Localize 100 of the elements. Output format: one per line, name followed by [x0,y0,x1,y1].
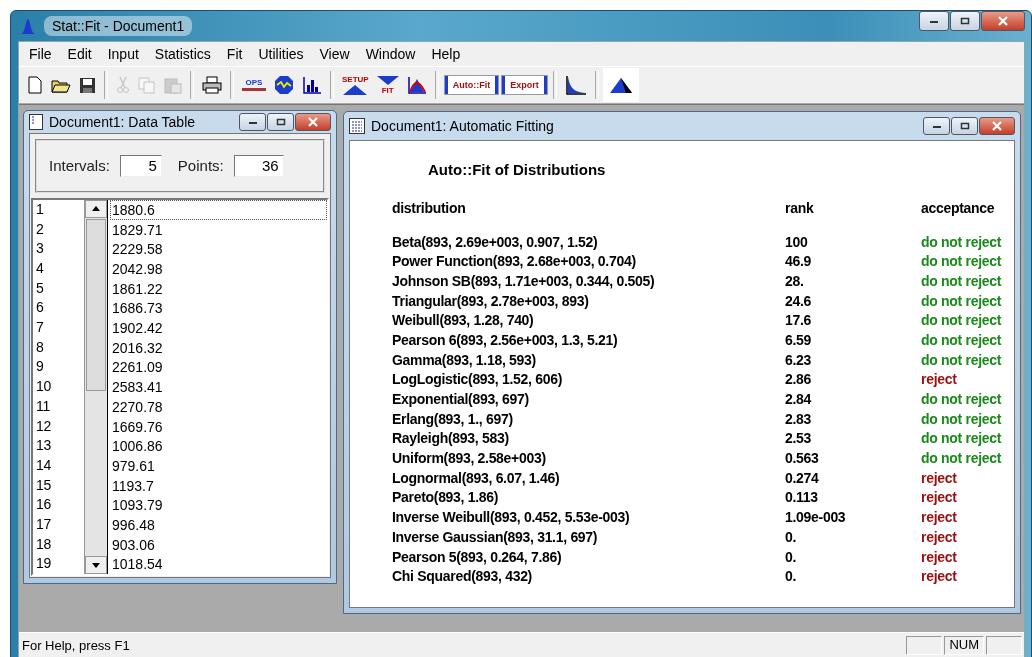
value-cell[interactable]: 979.61 [110,455,327,476]
grid-icon [349,118,365,134]
close-icon [997,16,1009,26]
rank-cell-text: 46.9 [785,253,813,270]
distribution-cell-text: Erlang(893, 1., 697) [392,410,514,427]
menu-item[interactable]: Help [423,44,469,64]
rank-cell-text: 2.86 [785,371,813,388]
window-title: Stat::Fit - Document1 [44,16,193,36]
menu-item[interactable]: View [311,44,358,64]
table-icon [29,113,43,130]
value-cell[interactable]: 1686.73 [110,298,327,319]
rank-cell-text: 6.59 [785,331,813,348]
column-header: acceptance [921,199,996,216]
value-cell[interactable]: 1018.54 [110,554,327,574]
toolbar-button[interactable]: Export [502,76,547,94]
rank-cell-text: 0.274 [785,469,820,486]
distribution-cell-text: Weibull(893, 1.28, 740) [392,312,535,329]
value-cell[interactable]: 1902.42 [110,318,327,338]
menu-item[interactable]: Fit [218,44,251,64]
maximize-icon [960,17,970,25]
acceptance-cell-text: do not reject [921,430,1003,447]
maximize-button[interactable] [950,11,980,31]
triangle-peak-icon[interactable] [602,68,639,102]
value-cell[interactable]: 2270.78 [110,396,327,417]
minimize-icon [931,123,942,129]
row-number: 16 [36,495,52,515]
value-cell[interactable]: 1669.76 [110,416,327,437]
toolbar-button[interactable]: Auto::Fit [444,76,499,94]
triangle-icon [376,75,399,85]
acceptance-cell-text: do not reject [921,292,1003,309]
acceptance-cell-text: reject [921,528,958,545]
distribution-cell-text: Pearson 5(893, 0.264, 7.86) [392,548,563,565]
status-text: For Help, press F1 [22,637,131,653]
points-field[interactable]: 36 [233,154,284,177]
rank-cell-text: 100 [785,233,809,250]
rank-cell-text: 24.6 [785,292,813,309]
value-cell[interactable]: 2583.41 [110,377,327,397]
value-cell[interactable]: 903.06 [110,534,327,555]
triangle-icon [343,85,368,95]
value-cell[interactable]: 996.48 [110,514,327,535]
acceptance-cell-text: do not reject [921,233,1003,250]
value-cell[interactable]: 1861.22 [110,278,327,299]
menu-item[interactable]: Edit [59,44,100,64]
value-cell[interactable]: 1193.7 [110,475,327,496]
value-cell[interactable]: 1880.6 [110,199,327,220]
menu-item[interactable]: Input [99,44,147,64]
row-number: 3 [36,239,45,259]
column-header: distribution [392,199,467,216]
distribution-cell-text: Pareto(893, 1.86) [392,489,500,506]
rank-cell-text: 2.84 [785,391,813,408]
menu-item[interactable]: Utilities [250,44,312,64]
field-label: Points: [177,157,224,175]
intervals-field[interactable]: 5 [119,154,162,177]
value-cell[interactable]: 1093.79 [110,495,327,515]
distribution-cell-text: Exponential(893, 697) [392,391,530,408]
window-title: Document1: Data Table [49,113,196,130]
value-cell[interactable]: 2261.09 [110,357,327,378]
window-title: Document1: Automatic Fitting [371,118,554,134]
acceptance-cell-text: do not reject [921,410,1003,427]
distribution-cell-text: Inverse Gaussian(893, 31.1, 697) [392,528,599,545]
value-cell[interactable]: 2229.58 [110,239,327,259]
value-cell[interactable]: 1829.71 [110,219,327,240]
acceptance-cell-text: do not reject [921,272,1003,289]
close-button[interactable] [981,11,1025,31]
close-button[interactable] [979,117,1015,135]
row-number: 18 [36,534,52,554]
distribution-cell-text: Johnson SB(893, 1.71e+003, 0.344, 0.505) [392,272,656,289]
acceptance-cell-text: reject [921,509,958,526]
close-icon [307,116,319,127]
status-panel [906,635,943,655]
maximize-button[interactable] [267,112,294,131]
row-number: 10 [36,377,52,397]
minimize-button[interactable] [239,112,266,131]
menu-item[interactable]: Window [357,44,424,64]
value-cell[interactable]: 1006.86 [110,436,327,456]
row-number: 17 [36,514,52,534]
maximize-icon [959,122,970,130]
rank-cell-text: 0. [785,528,798,545]
rank-cell-text: 28. [785,272,805,289]
minimize-button[interactable] [923,117,950,135]
close-button[interactable] [295,112,331,131]
setup-tool[interactable]: SETUP [338,70,373,100]
maximize-button[interactable] [951,117,978,135]
row-number: 4 [36,259,45,278]
minimize-button[interactable] [919,11,949,31]
acceptance-cell-text: reject [921,568,958,585]
value-cell[interactable]: 2042.98 [110,259,327,279]
row-number: 9 [36,357,45,377]
row-number: 1 [36,199,45,219]
rank-cell-text: 6.23 [785,351,813,368]
rank-cell-text: 2.53 [785,430,813,447]
fit-tool[interactable]: FIT [372,70,403,100]
distribution-cell-text: Power Function(893, 2.68e+003, 0.704) [392,253,637,270]
ops-tool[interactable]: OPS [238,70,270,100]
menu-item[interactable]: File [21,44,60,64]
acceptance-cell-text: reject [921,469,958,486]
menu-item[interactable]: Statistics [146,44,219,64]
acceptance-cell-text: do not reject [921,391,1003,408]
value-cell[interactable]: 2016.32 [110,337,327,358]
scroll-thumb[interactable] [86,218,106,391]
